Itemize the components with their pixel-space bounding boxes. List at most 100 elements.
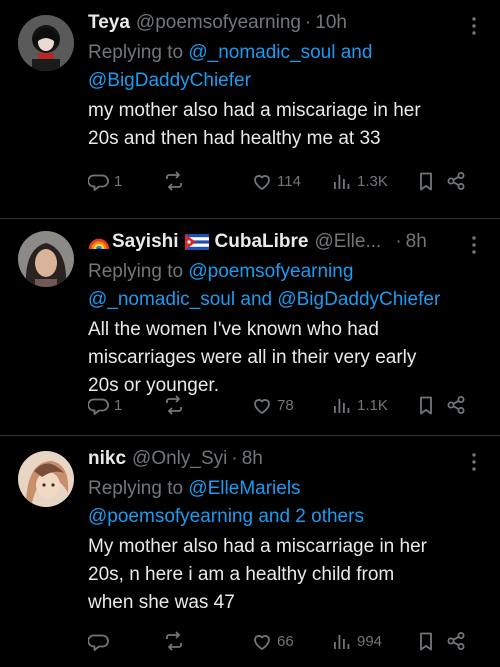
avatar[interactable]: [18, 451, 74, 507]
handle[interactable]: @poemsofyearning: [136, 10, 301, 36]
more-options-icon[interactable]: [464, 235, 484, 255]
mention-link[interactable]: @BigDaddyChiefer: [88, 70, 251, 91]
tweet-text-line: my mother also had a miscariage in her: [88, 100, 421, 121]
replying-prefix: Replying to: [88, 478, 184, 499]
reply-count: 1: [114, 396, 123, 414]
heart-icon: [254, 175, 270, 190]
mention-link[interactable]: @poemsofyearning: [188, 261, 353, 282]
bookmark-icon: [420, 396, 432, 415]
tweet[interactable]: Teya @poemsofyearning · 10h Replying to …: [0, 0, 500, 219]
tweet-actions: 1 78 1.1K: [88, 393, 482, 417]
like-button[interactable]: 66: [251, 630, 331, 652]
more-options-icon[interactable]: [464, 16, 484, 36]
views-icon: [334, 635, 350, 649]
illustrated-avatar-icon: [18, 451, 74, 507]
tweet-content: Teya @poemsofyearning · 10h Replying to …: [88, 10, 480, 153]
views-count: 1.1K: [357, 396, 388, 414]
handle[interactable]: @Elle...: [315, 229, 382, 255]
tweet-text-line: miscarriages were all in their very earl…: [88, 347, 417, 368]
rainbow-icon: [88, 229, 110, 255]
views-icon: [334, 175, 350, 189]
reply-button[interactable]: 1: [88, 170, 163, 192]
handle[interactable]: @Only_Syi: [132, 446, 227, 472]
retweet-button[interactable]: [163, 394, 251, 416]
like-count: 66: [277, 632, 294, 650]
share-button[interactable]: [445, 630, 467, 652]
tweet-text: All the women I've known who had miscarr…: [88, 316, 480, 400]
reply-count: 1: [114, 172, 123, 190]
share-icon: [447, 632, 465, 650]
retweet-icon: [166, 631, 182, 651]
separator-dot: ·: [304, 12, 312, 33]
views-icon: [334, 399, 350, 413]
mention-link[interactable]: @ElleMariels: [188, 478, 300, 499]
mention-link[interactable]: @_nomadic_soul and: [188, 42, 372, 63]
bookmark-button[interactable]: [415, 394, 445, 416]
retweet-button[interactable]: [163, 170, 251, 192]
share-icon: [447, 171, 465, 191]
tweet-text: my mother also had a miscariage in her 2…: [88, 97, 480, 153]
views-button[interactable]: 994: [331, 630, 415, 652]
like-button[interactable]: 114: [251, 170, 331, 192]
avatar[interactable]: [18, 231, 74, 287]
share-icon: [447, 395, 465, 415]
reply-icon: [88, 634, 109, 651]
reply-icon: [88, 398, 109, 415]
bookmark-button[interactable]: [415, 170, 445, 192]
reply-icon: [88, 174, 109, 191]
replying-prefix: Replying to: [88, 42, 184, 63]
separator-dot: ·: [231, 448, 238, 469]
tweet[interactable]: Sayishi CubaLibre @Elle... · 8h Replying…: [0, 219, 500, 436]
display-name[interactable]: Sayishi: [112, 229, 179, 255]
tweet-actions: 66 994: [88, 629, 482, 653]
bookmark-icon: [420, 632, 432, 651]
separator-dot: ·: [395, 231, 402, 252]
views-count: 994: [357, 632, 383, 650]
timestamp[interactable]: 8h: [406, 229, 427, 255]
display-name-suffix[interactable]: CubaLibre: [215, 229, 309, 255]
heart-icon: [254, 635, 270, 650]
tweet-header: Teya @poemsofyearning · 10h: [88, 10, 480, 36]
mention-link[interactable]: @poemsofyearning and 2 others: [88, 506, 364, 527]
tweet-text-line: My mother also had a miscarriage in her: [88, 536, 427, 557]
display-name[interactable]: nikc: [88, 446, 126, 472]
dark-hooded-avatar-icon: [18, 15, 74, 71]
cuba-flag-icon: [184, 229, 209, 255]
share-button[interactable]: [445, 170, 467, 192]
bookmark-icon: [420, 172, 432, 191]
replying-to: Replying to @_nomadic_soul and @BigDaddy…: [88, 39, 480, 95]
display-name[interactable]: Teya: [88, 10, 130, 36]
tweet-actions: 1 114 1.3K: [88, 169, 482, 193]
share-button[interactable]: [445, 394, 467, 416]
tweet-text-line: 20s, n here i am a healthy child from: [88, 564, 395, 585]
reply-button[interactable]: 1: [88, 394, 163, 416]
tweet-text: My mother also had a miscarriage in her …: [88, 533, 480, 617]
retweet-button[interactable]: [163, 630, 251, 652]
timestamp[interactable]: 8h: [242, 446, 263, 472]
tweet-text-line: 20s and then had healthy me at 33: [88, 128, 381, 149]
tweet[interactable]: nikc @Only_Syi · 8h Replying to @ElleMar…: [0, 436, 500, 667]
avatar[interactable]: [18, 15, 74, 71]
tweet-text-line: when she was 47: [88, 592, 235, 613]
views-button[interactable]: 1.3K: [331, 170, 415, 192]
like-count: 114: [277, 172, 301, 190]
like-count: 78: [277, 396, 294, 414]
tweet-content: Sayishi CubaLibre @Elle... · 8h Replying…: [88, 229, 480, 400]
like-button[interactable]: 78: [251, 394, 331, 416]
replying-prefix: Replying to: [88, 261, 184, 282]
replying-to: Replying to @poemsofyearning @_nomadic_s…: [88, 258, 480, 314]
reply-button[interactable]: [88, 630, 163, 652]
replying-to: Replying to @ElleMariels @poemsofyearnin…: [88, 475, 480, 531]
heart-icon: [254, 399, 270, 414]
bookmark-button[interactable]: [415, 630, 445, 652]
views-button[interactable]: 1.1K: [331, 394, 415, 416]
retweet-icon: [166, 395, 182, 415]
tweet-header: nikc @Only_Syi · 8h: [88, 446, 480, 472]
more-options-icon[interactable]: [464, 452, 484, 472]
tweet-header: Sayishi CubaLibre @Elle... · 8h: [88, 229, 480, 255]
mention-link[interactable]: @_nomadic_soul and @BigDaddyChiefer: [88, 289, 440, 310]
timestamp[interactable]: 10h: [315, 10, 347, 36]
tweet-text-line: All the women I've known who had: [88, 319, 379, 340]
retweet-icon: [166, 171, 182, 191]
views-count: 1.3K: [357, 172, 388, 190]
